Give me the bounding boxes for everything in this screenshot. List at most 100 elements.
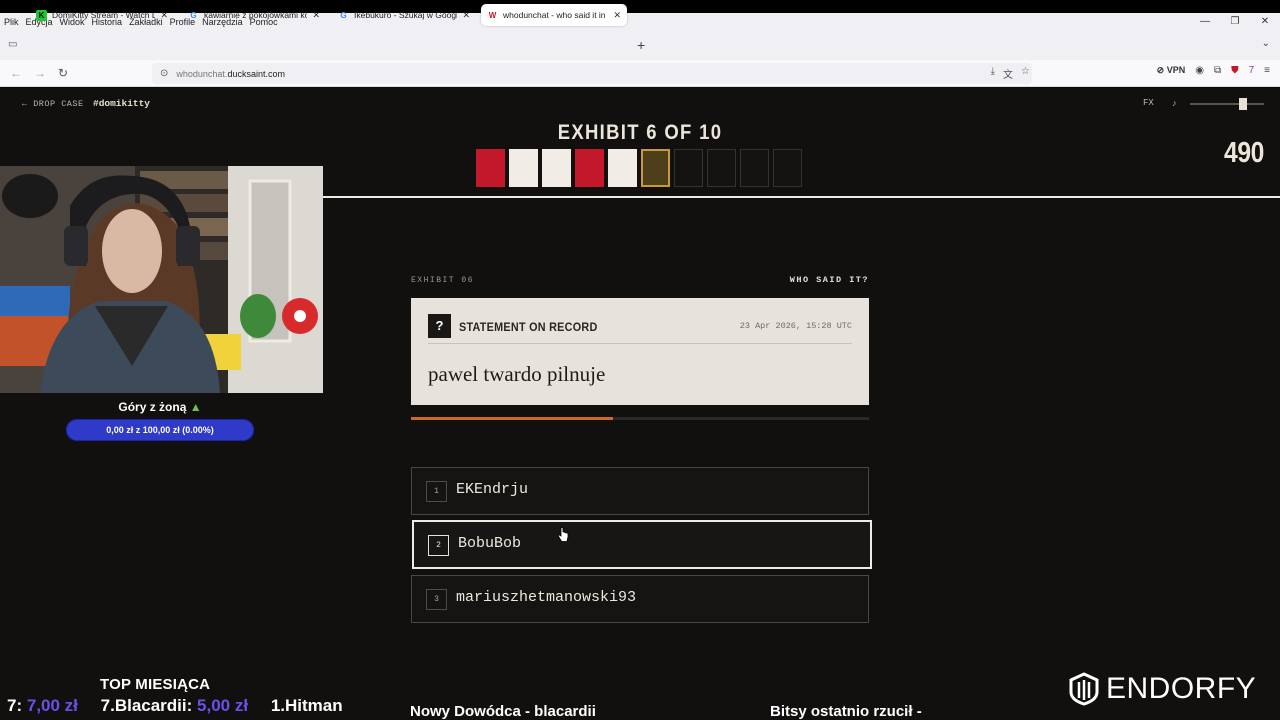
channel-name: #domikitty bbox=[93, 98, 151, 109]
ticker-amount: 5,00 zł bbox=[197, 696, 249, 715]
header-divider bbox=[323, 196, 1280, 198]
ublock-icon[interactable]: ⛊ bbox=[1231, 65, 1239, 76]
option-number: 2 bbox=[428, 535, 449, 556]
forward-icon[interactable]: → bbox=[34, 66, 46, 80]
back-icon[interactable]: ← bbox=[10, 66, 22, 80]
answer-option-2[interactable]: 2 BobuBob bbox=[412, 520, 872, 569]
round-cell-1-wrong bbox=[476, 149, 505, 187]
url-domain: ducksaint.com bbox=[227, 68, 285, 79]
answer-option-3[interactable]: 3 mariuszhetmanowski93 bbox=[411, 575, 869, 623]
goal-title-text: Góry z żoną bbox=[118, 400, 187, 414]
google-icon: G bbox=[190, 10, 197, 20]
site-info-icon[interactable]: ⊙ bbox=[160, 68, 168, 79]
round-cell-10-pending bbox=[773, 149, 802, 187]
endorfy-logo-icon bbox=[1069, 672, 1099, 706]
statement-title: STATEMENT ON RECORD bbox=[459, 320, 598, 334]
round-progress bbox=[476, 149, 802, 187]
option-name: EKEndrju bbox=[456, 481, 529, 498]
ticker-name: 7: bbox=[7, 696, 23, 715]
goal-title: Góry z żoną ▲ bbox=[0, 400, 320, 414]
vpn-label: VPN bbox=[1166, 65, 1186, 75]
statement-date: 23 Apr 2026, 15:28 UTC bbox=[739, 321, 852, 331]
top-month-label: TOP MIESIĄCA bbox=[100, 676, 211, 693]
goal-progress-bar: 0,00 zł z 100,00 zł (0.00%) bbox=[66, 419, 254, 441]
score: 490 bbox=[1224, 137, 1264, 169]
tab-list-icon[interactable]: ▭ bbox=[8, 39, 20, 51]
volume-slider-handle[interactable] bbox=[1238, 98, 1247, 110]
ticker-name: 7.Blacardii: bbox=[100, 696, 193, 715]
round-cell-9-pending bbox=[740, 149, 769, 187]
close-tab-icon[interactable]: ✕ bbox=[312, 10, 320, 21]
navigation-bar: ← → ↻ ⊙ whodunchat. ducksaint.com ⤓ 文 ☆ ⊘… bbox=[0, 60, 1280, 87]
bookmark-star-icon[interactable]: ☆ bbox=[1021, 66, 1030, 81]
round-cell-7-pending bbox=[674, 149, 703, 187]
tab-domikitty[interactable]: K DomiKitty Stream - Watch Live ✕ bbox=[30, 4, 174, 26]
fx-toggle[interactable]: FX bbox=[1143, 98, 1154, 108]
extensions-icon[interactable]: ⧉ bbox=[1214, 65, 1221, 76]
minimize-icon[interactable]: — bbox=[1190, 13, 1220, 31]
translate-icon[interactable]: 文 bbox=[1003, 66, 1013, 81]
sponsor-logo: ENDORFY bbox=[1068, 672, 1256, 706]
option-name: mariuszhetmanowski93 bbox=[456, 589, 637, 606]
exhibit-title: EXHIBIT 6 OF 10 bbox=[557, 121, 723, 144]
whodunchat-icon: W bbox=[488, 10, 497, 20]
url-prefix: whodunchat. bbox=[176, 68, 228, 79]
tab-title: whodunchat - who said it in yo bbox=[503, 10, 609, 20]
tab-title: Ikebukuro - Szukaj w Google bbox=[354, 10, 458, 20]
question-mark-icon: ? bbox=[428, 314, 451, 338]
extension-bar: ⊘ VPN ◉ ⧉ ⛊ 7 ≡ bbox=[1157, 65, 1270, 76]
mountain-icon: ▲ bbox=[189, 400, 202, 414]
ticker-amount: 7,00 zł bbox=[26, 696, 78, 715]
chevron-down-icon[interactable]: ⌄ bbox=[1262, 38, 1270, 49]
tab-ikebukuro[interactable]: G Ikebukuro - Szukaj w Google ✕ bbox=[332, 4, 476, 26]
exhibit-label: EXHIBIT 06 bbox=[411, 276, 475, 285]
url-actions: ⤓ 文 ☆ bbox=[991, 66, 1030, 81]
restore-icon[interactable]: ❐ bbox=[1220, 13, 1250, 31]
answer-option-1[interactable]: 1 EKEndrju bbox=[411, 467, 869, 515]
seventv-icon[interactable]: 7 bbox=[1249, 65, 1255, 76]
tab-kawiarnie[interactable]: G kawiarnie z pokojówkami korea ✕ bbox=[182, 4, 326, 26]
round-cell-6-current bbox=[641, 149, 670, 187]
music-note-icon[interactable]: ♪ bbox=[1172, 98, 1177, 108]
tab-whodunchat[interactable]: W whodunchat - who said it in yo ✕ bbox=[481, 4, 627, 26]
menu-file[interactable]: Plik bbox=[4, 17, 19, 27]
reload-icon[interactable]: ↻ bbox=[58, 66, 68, 80]
statement-quote: pawel twardo pilnuje bbox=[428, 362, 606, 386]
tab-title: DomiKitty Stream - Watch Live bbox=[52, 10, 156, 20]
close-tab-icon[interactable]: ✕ bbox=[462, 10, 470, 21]
round-cell-4-wrong bbox=[575, 149, 604, 187]
vpn-button[interactable]: ⊘ VPN bbox=[1157, 65, 1186, 76]
sponsor-name: ENDORFY bbox=[1106, 672, 1257, 705]
url-bar[interactable]: ⊙ whodunchat. ducksaint.com bbox=[152, 63, 1032, 84]
timer-bar bbox=[411, 417, 869, 420]
round-cell-5-right bbox=[608, 149, 637, 187]
new-tab-icon[interactable]: + bbox=[637, 37, 645, 53]
new-commander-text: Nowy Dowódca - blacardii bbox=[410, 703, 596, 720]
option-number: 1 bbox=[426, 481, 447, 502]
close-window-icon[interactable]: ✕ bbox=[1250, 13, 1280, 31]
statement-card: ? STATEMENT ON RECORD 23 Apr 2026, 15:28… bbox=[411, 298, 869, 405]
round-cell-2-right bbox=[509, 149, 538, 187]
volume-slider[interactable] bbox=[1190, 103, 1264, 105]
ticker-name: 1.Hitman bbox=[270, 696, 343, 715]
card-divider bbox=[428, 343, 852, 344]
round-cell-3-right bbox=[542, 149, 571, 187]
timer-fill bbox=[411, 417, 613, 420]
option-name: BobuBob bbox=[458, 535, 522, 552]
bits-text: Bitsy ostatnio rzucił - bbox=[770, 703, 922, 720]
close-tab-icon[interactable]: ✕ bbox=[160, 10, 168, 21]
donation-ticker: 7: 7,00 zł 7.Blacardii: 5,00 zł 1.Hitman bbox=[0, 696, 390, 718]
tab-title: kawiarnie z pokojówkami korea bbox=[204, 10, 308, 20]
app-menu-icon[interactable]: ≡ bbox=[1264, 65, 1270, 76]
account-icon[interactable]: ◉ bbox=[1195, 65, 1204, 76]
webcam-overlay bbox=[0, 166, 323, 393]
who-said-label: WHO SAID IT? bbox=[789, 275, 869, 285]
drop-case-link[interactable]: ← DROP CASE bbox=[22, 99, 84, 109]
option-number: 3 bbox=[426, 589, 447, 610]
window-controls: — ❐ ✕ bbox=[1190, 13, 1280, 31]
mouse-cursor-icon bbox=[558, 527, 569, 542]
close-tab-icon[interactable]: ✕ bbox=[613, 10, 621, 21]
download-page-icon[interactable]: ⤓ bbox=[991, 66, 995, 81]
round-cell-8-pending bbox=[707, 149, 736, 187]
kick-icon: K bbox=[36, 9, 47, 21]
